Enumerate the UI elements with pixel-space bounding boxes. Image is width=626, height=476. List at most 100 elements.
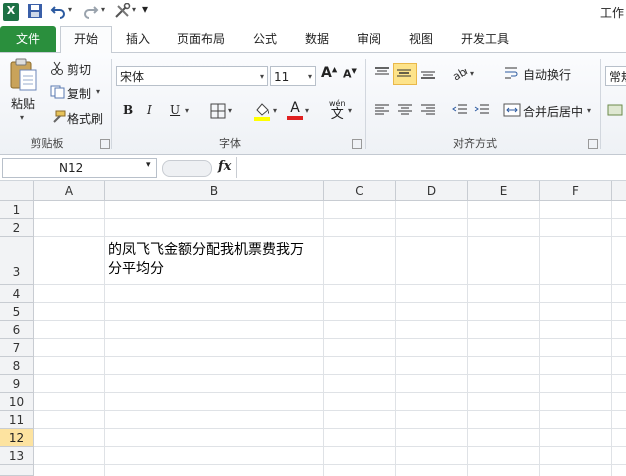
font-launcher-icon[interactable] [352,139,362,149]
row-header-2[interactable]: 2 [0,219,34,237]
row-header-11[interactable]: 11 [0,411,34,429]
align-center-icon[interactable] [396,102,414,121]
font-name-combo[interactable]: 宋体 ▾ [116,66,268,86]
cut-icon[interactable] [50,61,64,78]
fill-color-dropdown-icon[interactable]: ▾ [273,106,277,115]
select-all-corner[interactable] [0,181,34,201]
borders-icon[interactable] [210,103,226,122]
tools-icon[interactable] [114,2,132,21]
row-header-9[interactable]: 9 [0,375,34,393]
gridline [104,201,105,476]
paste-button[interactable]: 粘贴 [11,95,35,112]
excel-logo-icon[interactable]: X [3,3,19,21]
currency-icon[interactable] [607,102,623,121]
name-box[interactable]: N12 ▾ [2,158,157,178]
align-middle-icon[interactable] [393,63,417,85]
underline-button[interactable]: U [170,103,180,117]
column-header-f[interactable]: F [540,181,612,201]
grow-font-button[interactable]: A▲ [321,65,337,81]
column-header-b[interactable]: B [105,181,324,201]
column-header-g[interactable] [612,181,626,201]
formula-input[interactable] [236,157,626,178]
formula-bar-resize-handle[interactable] [162,160,212,177]
italic-button[interactable]: I [147,103,152,117]
increase-indent-icon[interactable] [473,102,491,121]
shrink-font-button[interactable]: A▼ [343,67,357,81]
column-header-d[interactable]: D [396,181,468,201]
font-color-dropdown-icon[interactable]: ▾ [305,106,309,115]
row-header-4[interactable]: 4 [0,285,34,303]
tab-home[interactable]: 开始 [60,26,112,54]
tab-file[interactable]: 文件 [0,26,56,52]
redo-dropdown-icon[interactable]: ▾ [101,5,105,23]
merge-dropdown-icon[interactable]: ▾ [587,106,591,115]
align-bottom-icon[interactable] [419,65,437,84]
paste-dropdown-icon[interactable]: ▾ [20,113,24,122]
row-header-7[interactable]: 7 [0,339,34,357]
cell-b3[interactable]: 的凤飞飞金额分配我机票费我万 分平均分 [108,241,322,279]
paste-icon[interactable] [8,58,38,95]
tab-insert[interactable]: 插入 [118,27,158,52]
copy-button[interactable]: 复制 [67,85,91,102]
worksheet-grid[interactable]: A B C D E F 1 2 3 4 5 6 7 8 9 10 11 12 1… [0,181,626,476]
customize-qat-icon[interactable]: ▾ [142,2,148,20]
cut-button[interactable]: 剪切 [67,61,91,78]
column-header-a[interactable]: A [34,181,105,201]
underline-dropdown-icon[interactable]: ▾ [185,106,189,115]
column-header-c[interactable]: C [324,181,396,201]
redo-icon[interactable] [83,3,99,21]
format-painter-icon[interactable] [50,110,66,127]
column-header-e[interactable]: E [468,181,540,201]
orientation-dropdown-icon[interactable]: ▾ [470,69,474,78]
chevron-down-icon[interactable]: ▾ [146,160,151,170]
undo-dropdown-icon[interactable]: ▾ [68,5,72,23]
borders-dropdown-icon[interactable]: ▾ [228,106,232,115]
bold-button[interactable]: B [123,103,133,117]
row-header-3[interactable]: 3 [0,237,34,285]
tab-page-layout[interactable]: 页面布局 [170,27,232,52]
insert-function-button[interactable]: fx [218,159,231,174]
decrease-indent-icon[interactable] [451,102,469,121]
row-header-1[interactable]: 1 [0,201,34,219]
chevron-down-icon[interactable]: ▾ [308,67,312,87]
row-header-13[interactable]: 13 [0,447,34,465]
window-title: 工作 [600,6,625,20]
wrap-text-button[interactable]: 自动换行 [523,66,571,83]
row-header-12[interactable]: 12 [0,429,34,447]
save-icon[interactable] [27,3,43,21]
tab-developer[interactable]: 开发工具 [454,27,516,52]
tools-dropdown-icon[interactable]: ▾ [132,5,136,23]
row-header-8[interactable]: 8 [0,357,34,375]
format-painter-button[interactable]: 格式刷 [67,110,103,127]
row-header-10[interactable]: 10 [0,393,34,411]
chevron-down-icon[interactable]: ▾ [260,67,264,87]
tab-review[interactable]: 审阅 [349,27,389,52]
align-top-icon[interactable] [373,65,391,84]
align-right-icon[interactable] [419,102,437,121]
orientation-icon[interactable]: ab [450,65,469,84]
copy-icon[interactable] [50,85,66,102]
clipboard-launcher-icon[interactable] [100,139,110,149]
fill-color-icon[interactable] [253,101,271,124]
merge-center-button[interactable]: 合并后居中 [523,103,583,120]
alignment-launcher-icon[interactable] [588,139,598,149]
align-left-icon[interactable] [373,102,391,121]
phonetic-icon[interactable]: wén 文 [329,99,346,122]
row-header-14[interactable] [0,465,34,476]
quick-access-toolbar: X ▾ ▾ ▾ ▾ 工作 [0,0,626,24]
phonetic-dropdown-icon[interactable]: ▾ [348,106,352,115]
tab-data[interactable]: 数据 [297,27,337,52]
merge-center-icon[interactable] [503,102,521,121]
row-header-6[interactable]: 6 [0,321,34,339]
font-size-combo[interactable]: 11 ▾ [270,66,316,86]
tab-view[interactable]: 视图 [401,27,441,52]
group-divider [111,59,112,149]
font-color-icon[interactable]: A [287,101,303,120]
gridline [539,201,540,476]
wrap-text-icon[interactable] [503,65,519,84]
tab-formulas[interactable]: 公式 [245,27,285,52]
number-format-combo[interactable]: 常规 [605,66,626,86]
row-header-5[interactable]: 5 [0,303,34,321]
undo-icon[interactable] [50,3,66,21]
copy-dropdown-icon[interactable]: ▾ [96,87,100,96]
